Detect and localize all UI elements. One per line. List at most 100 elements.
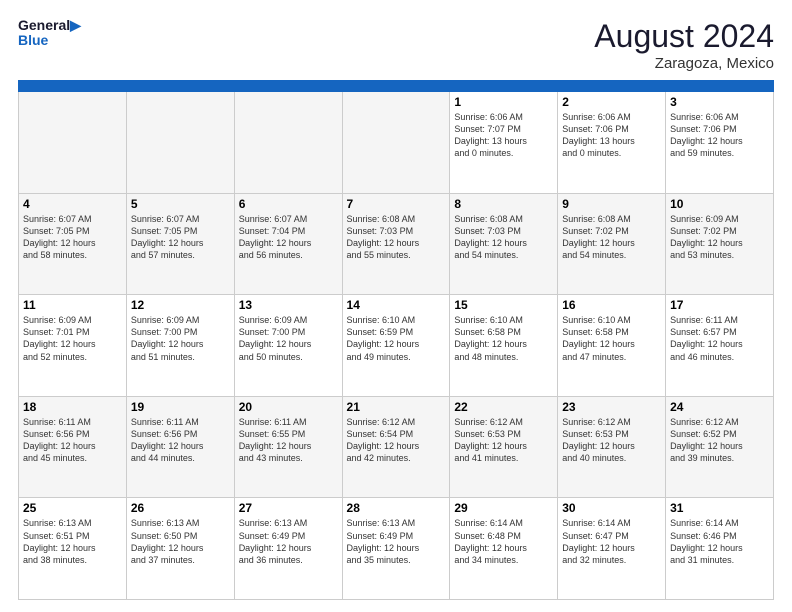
calendar-cell: 20 Sunrise: 6:11 AM Sunset: 6:55 PM Dayli… bbox=[234, 396, 342, 498]
calendar-cell: 16 Sunrise: 6:10 AM Sunset: 6:58 PM Dayli… bbox=[558, 295, 666, 397]
col-wednesday bbox=[342, 81, 450, 92]
calendar-cell: 2Sunrise: 6:06 AM Sunset: 7:06 PM Daylig… bbox=[558, 92, 666, 194]
calendar-cell: 5Sunrise: 6:07 AM Sunset: 7:05 PM Daylig… bbox=[126, 193, 234, 295]
page: General▶ Blue August 2024 Zaragoza, Mexi… bbox=[0, 0, 792, 612]
day-number: 18 bbox=[23, 400, 122, 414]
day-number: 19 bbox=[131, 400, 230, 414]
calendar-cell: 14 Sunrise: 6:10 AM Sunset: 6:59 PM Dayli… bbox=[342, 295, 450, 397]
day-number: 30 bbox=[562, 501, 661, 515]
calendar-cell: 11 Sunrise: 6:09 AM Sunset: 7:01 PM Dayli… bbox=[19, 295, 127, 397]
cell-info: Sunrise: 6:12 AM Sunset: 6:53 PM Dayligh… bbox=[454, 416, 553, 465]
day-number: 20 bbox=[239, 400, 338, 414]
day-number: 10 bbox=[670, 197, 769, 211]
cell-info: Sunrise: 6:14 AM Sunset: 6:48 PM Dayligh… bbox=[454, 517, 553, 566]
cell-info: Sunrise: 6:12 AM Sunset: 6:52 PM Dayligh… bbox=[670, 416, 769, 465]
day-number: 16 bbox=[562, 298, 661, 312]
cell-info: Sunrise: 6:13 AM Sunset: 6:49 PM Dayligh… bbox=[239, 517, 338, 566]
cell-info: Sunrise: 6:13 AM Sunset: 6:50 PM Dayligh… bbox=[131, 517, 230, 566]
calendar-cell: 23 Sunrise: 6:12 AM Sunset: 6:53 PM Dayli… bbox=[558, 396, 666, 498]
calendar-cell: 30 Sunrise: 6:14 AM Sunset: 6:47 PM Dayli… bbox=[558, 498, 666, 600]
cell-info: Sunrise: 6:09 AM Sunset: 7:00 PM Dayligh… bbox=[239, 314, 338, 363]
calendar-cell bbox=[126, 92, 234, 194]
day-number: 15 bbox=[454, 298, 553, 312]
calendar-cell: 12 Sunrise: 6:09 AM Sunset: 7:00 PM Dayli… bbox=[126, 295, 234, 397]
day-number: 6 bbox=[239, 197, 338, 211]
col-monday bbox=[126, 81, 234, 92]
day-number: 12 bbox=[131, 298, 230, 312]
calendar-cell: 10 Sunrise: 6:09 AM Sunset: 7:02 PM Dayli… bbox=[666, 193, 774, 295]
header-row bbox=[19, 81, 774, 92]
calendar-cell bbox=[19, 92, 127, 194]
cell-info: Sunrise: 6:09 AM Sunset: 7:02 PM Dayligh… bbox=[670, 213, 769, 262]
cell-info: Sunrise: 6:12 AM Sunset: 6:53 PM Dayligh… bbox=[562, 416, 661, 465]
cell-info: Sunrise: 6:14 AM Sunset: 6:47 PM Dayligh… bbox=[562, 517, 661, 566]
calendar-cell bbox=[234, 92, 342, 194]
calendar-cell: 15 Sunrise: 6:10 AM Sunset: 6:58 PM Dayli… bbox=[450, 295, 558, 397]
calendar-cell: 26 Sunrise: 6:13 AM Sunset: 6:50 PM Dayli… bbox=[126, 498, 234, 600]
calendar-cell: 31 Sunrise: 6:14 AM Sunset: 6:46 PM Dayli… bbox=[666, 498, 774, 600]
calendar-cell: 6Sunrise: 6:07 AM Sunset: 7:04 PM Daylig… bbox=[234, 193, 342, 295]
day-number: 13 bbox=[239, 298, 338, 312]
calendar-cell: 13 Sunrise: 6:09 AM Sunset: 7:00 PM Dayli… bbox=[234, 295, 342, 397]
day-number: 5 bbox=[131, 197, 230, 211]
col-sunday bbox=[19, 81, 127, 92]
calendar: 1Sunrise: 6:06 AM Sunset: 7:07 PM Daylig… bbox=[18, 80, 774, 600]
cell-info: Sunrise: 6:14 AM Sunset: 6:46 PM Dayligh… bbox=[670, 517, 769, 566]
cell-info: Sunrise: 6:10 AM Sunset: 6:58 PM Dayligh… bbox=[454, 314, 553, 363]
day-number: 31 bbox=[670, 501, 769, 515]
day-number: 25 bbox=[23, 501, 122, 515]
day-number: 27 bbox=[239, 501, 338, 515]
cell-info: Sunrise: 6:13 AM Sunset: 6:51 PM Dayligh… bbox=[23, 517, 122, 566]
day-number: 21 bbox=[347, 400, 446, 414]
col-thursday bbox=[450, 81, 558, 92]
cell-info: Sunrise: 6:08 AM Sunset: 7:03 PM Dayligh… bbox=[347, 213, 446, 262]
col-tuesday bbox=[234, 81, 342, 92]
cell-info: Sunrise: 6:08 AM Sunset: 7:02 PM Dayligh… bbox=[562, 213, 661, 262]
cell-info: Sunrise: 6:11 AM Sunset: 6:56 PM Dayligh… bbox=[131, 416, 230, 465]
calendar-cell: 27 Sunrise: 6:13 AM Sunset: 6:49 PM Dayli… bbox=[234, 498, 342, 600]
day-number: 24 bbox=[670, 400, 769, 414]
cell-info: Sunrise: 6:10 AM Sunset: 6:59 PM Dayligh… bbox=[347, 314, 446, 363]
cell-info: Sunrise: 6:10 AM Sunset: 6:58 PM Dayligh… bbox=[562, 314, 661, 363]
calendar-cell: 9Sunrise: 6:08 AM Sunset: 7:02 PM Daylig… bbox=[558, 193, 666, 295]
day-number: 28 bbox=[347, 501, 446, 515]
week-row-1: 4Sunrise: 6:07 AM Sunset: 7:05 PM Daylig… bbox=[19, 193, 774, 295]
week-row-4: 25 Sunrise: 6:13 AM Sunset: 6:51 PM Dayli… bbox=[19, 498, 774, 600]
day-number: 3 bbox=[670, 95, 769, 109]
calendar-cell: 19 Sunrise: 6:11 AM Sunset: 6:56 PM Dayli… bbox=[126, 396, 234, 498]
calendar-cell: 24 Sunrise: 6:12 AM Sunset: 6:52 PM Dayli… bbox=[666, 396, 774, 498]
title-block: August 2024 Zaragoza, Mexico bbox=[594, 18, 774, 72]
day-number: 29 bbox=[454, 501, 553, 515]
day-number: 14 bbox=[347, 298, 446, 312]
calendar-cell: 22 Sunrise: 6:12 AM Sunset: 6:53 PM Dayli… bbox=[450, 396, 558, 498]
calendar-cell: 8Sunrise: 6:08 AM Sunset: 7:03 PM Daylig… bbox=[450, 193, 558, 295]
calendar-cell: 3 Sunrise: 6:06 AM Sunset: 7:06 PM Daylig… bbox=[666, 92, 774, 194]
calendar-cell: 17Sunrise: 6:11 AM Sunset: 6:57 PM Dayli… bbox=[666, 295, 774, 397]
cell-info: Sunrise: 6:09 AM Sunset: 7:00 PM Dayligh… bbox=[131, 314, 230, 363]
week-row-3: 18 Sunrise: 6:11 AM Sunset: 6:56 PM Dayli… bbox=[19, 396, 774, 498]
header: General▶ Blue August 2024 Zaragoza, Mexi… bbox=[18, 18, 774, 72]
cell-info: Sunrise: 6:11 AM Sunset: 6:55 PM Dayligh… bbox=[239, 416, 338, 465]
cell-info: Sunrise: 6:06 AM Sunset: 7:06 PM Dayligh… bbox=[670, 111, 769, 160]
cell-info: Sunrise: 6:09 AM Sunset: 7:01 PM Dayligh… bbox=[23, 314, 122, 363]
week-row-0: 1Sunrise: 6:06 AM Sunset: 7:07 PM Daylig… bbox=[19, 92, 774, 194]
cell-info: Sunrise: 6:11 AM Sunset: 6:57 PM Dayligh… bbox=[670, 314, 769, 363]
day-number: 23 bbox=[562, 400, 661, 414]
day-number: 26 bbox=[131, 501, 230, 515]
calendar-cell: 25 Sunrise: 6:13 AM Sunset: 6:51 PM Dayli… bbox=[19, 498, 127, 600]
day-number: 22 bbox=[454, 400, 553, 414]
cell-info: Sunrise: 6:06 AM Sunset: 7:07 PM Dayligh… bbox=[454, 111, 553, 160]
cell-info: Sunrise: 6:13 AM Sunset: 6:49 PM Dayligh… bbox=[347, 517, 446, 566]
week-row-2: 11 Sunrise: 6:09 AM Sunset: 7:01 PM Dayli… bbox=[19, 295, 774, 397]
cell-info: Sunrise: 6:06 AM Sunset: 7:06 PM Dayligh… bbox=[562, 111, 661, 160]
calendar-cell: 7Sunrise: 6:08 AM Sunset: 7:03 PM Daylig… bbox=[342, 193, 450, 295]
logo: General▶ Blue bbox=[18, 18, 81, 49]
cell-info: Sunrise: 6:08 AM Sunset: 7:03 PM Dayligh… bbox=[454, 213, 553, 262]
day-number: 4 bbox=[23, 197, 122, 211]
calendar-cell: 1Sunrise: 6:06 AM Sunset: 7:07 PM Daylig… bbox=[450, 92, 558, 194]
calendar-cell: 29 Sunrise: 6:14 AM Sunset: 6:48 PM Dayli… bbox=[450, 498, 558, 600]
col-saturday bbox=[666, 81, 774, 92]
month-title: August 2024 bbox=[594, 18, 774, 55]
cell-info: Sunrise: 6:11 AM Sunset: 6:56 PM Dayligh… bbox=[23, 416, 122, 465]
day-number: 11 bbox=[23, 298, 122, 312]
